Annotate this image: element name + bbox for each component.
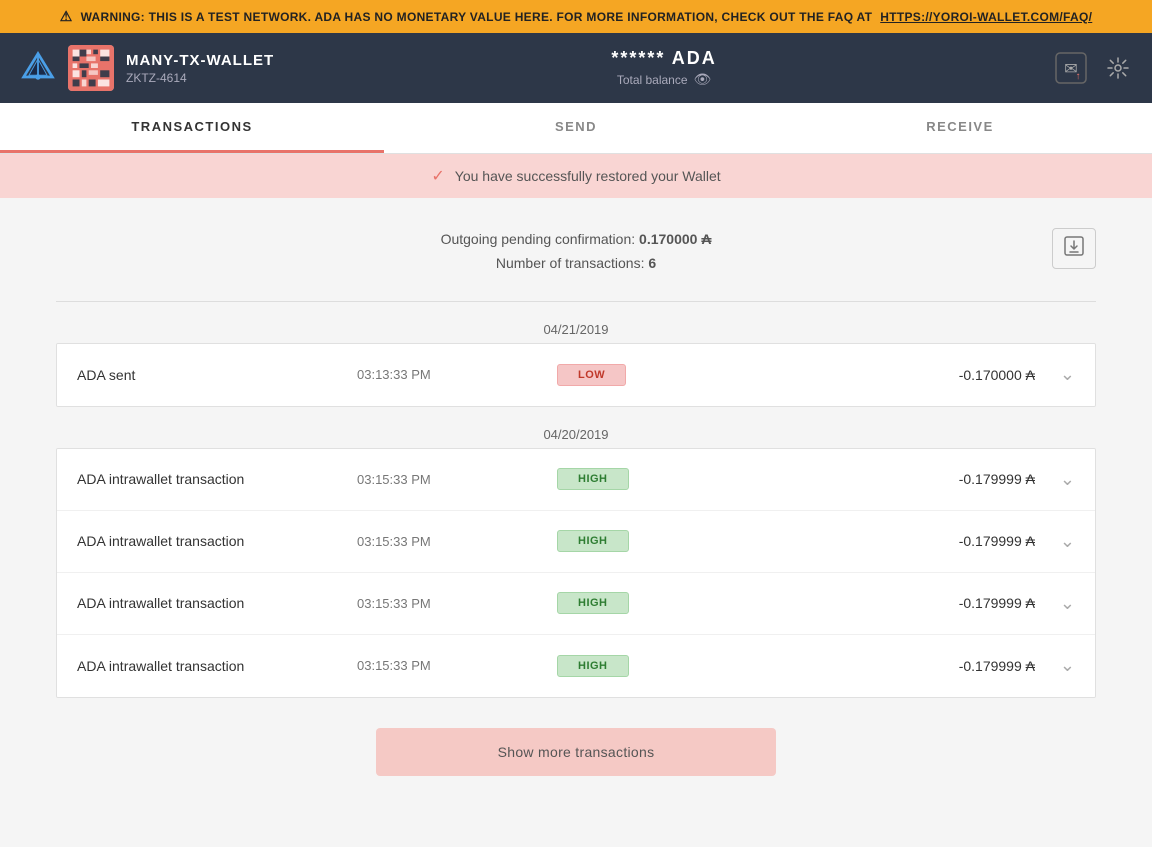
tx-badge: HIGH [557,530,717,552]
settings-icon[interactable] [1104,54,1132,82]
warning-link[interactable]: HTTPS://YOROI-WALLET.COM/FAQ/ [880,10,1092,24]
fee-badge-low: LOW [557,364,626,386]
wallet-name: MANY-TX-WALLET [126,52,274,69]
fee-badge-high: HIGH [557,592,629,614]
svg-text:↑: ↑ [1075,71,1080,82]
summary: Outgoing pending confirmation: 0.170000 … [56,218,1096,296]
outgoing-text: Outgoing pending confirmation: 0.170000 … [56,228,1096,252]
show-more-button[interactable]: Show more transactions [376,728,776,776]
fee-badge-high: HIGH [557,530,629,552]
send-receive-icon[interactable]: ✉ ↑ [1054,51,1088,85]
success-banner: ✓ You have successfully restored your Wa… [0,154,1152,198]
tx-group-2: ADA intrawallet transaction 03:15:33 PM … [56,448,1096,698]
tx-badge: LOW [557,364,717,386]
table-row[interactable]: ADA intrawallet transaction 03:15:33 PM … [57,511,1095,573]
table-row[interactable]: ADA intrawallet transaction 03:15:33 PM … [57,573,1095,635]
tx-time: 03:15:33 PM [357,596,557,611]
header: MANY-TX-WALLET ZKTZ-4614 ****** ADA Tota… [0,33,1152,103]
balance-label: Total balance 👁 [611,71,716,88]
tx-badge: HIGH [557,468,717,490]
tx-amount: -0.170000 ₳ [717,367,1045,383]
tx-group-1: ADA sent 03:13:33 PM LOW -0.170000 ₳ ⌄ [56,343,1096,407]
eye-icon[interactable]: 👁 [694,71,712,88]
tx-amount: -0.179999 ₳ [717,533,1045,549]
warning-banner: ⚠ WARNING: THIS IS A TEST NETWORK. ADA H… [0,0,1152,33]
date-header-1: 04/21/2019 [56,312,1096,343]
expand-icon[interactable]: ⌄ [1045,655,1075,676]
tx-time: 03:13:33 PM [357,367,557,382]
warning-text: WARNING: THIS IS A TEST NETWORK. ADA HAS… [81,10,873,24]
tx-time: 03:15:33 PM [357,534,557,549]
wallet-id: ZKTZ-4614 [126,71,274,85]
tx-time: 03:15:33 PM [357,472,557,487]
fee-badge-high: HIGH [557,468,629,490]
header-center: ****** ADA Total balance 👁 [611,48,716,88]
fee-badge-high: HIGH [557,655,629,677]
tx-type: ADA sent [77,367,357,383]
main-content: Outgoing pending confirmation: 0.170000 … [26,198,1126,826]
expand-icon[interactable]: ⌄ [1045,364,1075,385]
tx-amount: -0.179999 ₳ [717,471,1045,487]
balance-amount: ****** ADA [611,48,716,69]
tx-amount: -0.179999 ₳ [717,658,1045,674]
wallet-avatar [68,45,114,91]
tx-count-text: Number of transactions: 6 [56,252,1096,276]
table-row[interactable]: ADA sent 03:13:33 PM LOW -0.170000 ₳ ⌄ [57,344,1095,406]
success-message: You have successfully restored your Wall… [455,168,721,184]
tabs: TRANSACTIONS SEND RECEIVE [0,103,1152,154]
tab-send[interactable]: SEND [384,103,768,153]
tx-amount: -0.179999 ₳ [717,595,1045,611]
tab-transactions[interactable]: TRANSACTIONS [0,103,384,153]
tx-type: ADA intrawallet transaction [77,658,357,674]
yoroi-logo-icon [20,50,56,86]
divider [56,301,1096,302]
check-icon: ✓ [431,166,444,186]
header-right: ✉ ↑ [1054,51,1132,85]
expand-icon[interactable]: ⌄ [1045,531,1075,552]
tx-time: 03:15:33 PM [357,658,557,673]
tx-badge: HIGH [557,655,717,677]
header-left: MANY-TX-WALLET ZKTZ-4614 [20,45,274,91]
table-row[interactable]: ADA intrawallet transaction 03:15:33 PM … [57,449,1095,511]
tx-type: ADA intrawallet transaction [77,533,357,549]
tab-receive[interactable]: RECEIVE [768,103,1152,153]
warning-icon: ⚠ [60,8,73,25]
tx-type: ADA intrawallet transaction [77,595,357,611]
expand-icon[interactable]: ⌄ [1045,469,1075,490]
table-row[interactable]: ADA intrawallet transaction 03:15:33 PM … [57,635,1095,697]
expand-icon[interactable]: ⌄ [1045,593,1075,614]
date-header-2: 04/20/2019 [56,417,1096,448]
tx-type: ADA intrawallet transaction [77,471,357,487]
tx-badge: HIGH [557,592,717,614]
wallet-info: MANY-TX-WALLET ZKTZ-4614 [126,52,274,85]
export-button[interactable] [1052,228,1096,269]
